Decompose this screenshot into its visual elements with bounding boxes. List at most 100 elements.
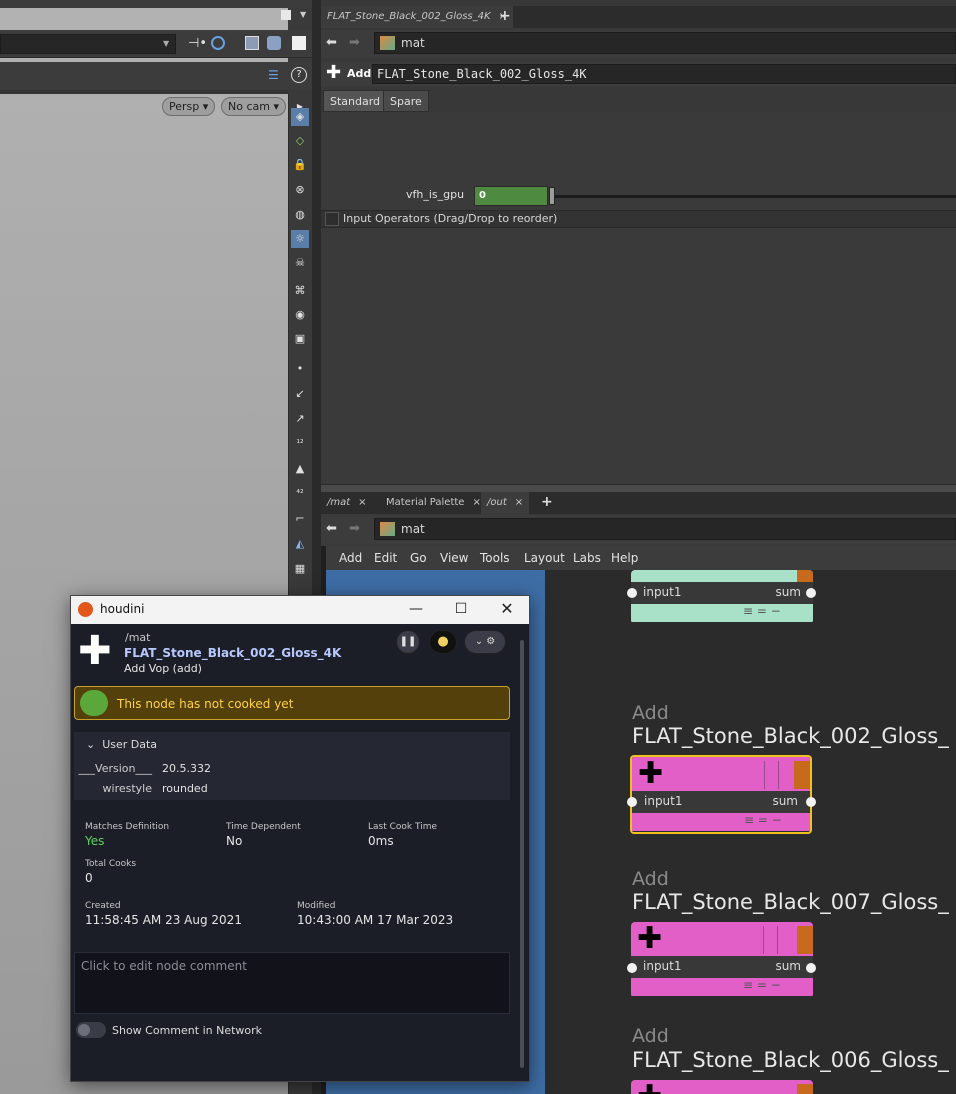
lock-icon[interactable]: 🔒 xyxy=(291,156,309,174)
gpu-slider-track[interactable] xyxy=(552,195,956,198)
node-divider xyxy=(764,761,765,789)
close-icon[interactable]: × xyxy=(472,497,480,508)
light-icon[interactable]: ☼ xyxy=(291,230,309,248)
sphere-icon[interactable]: ◍ xyxy=(291,206,309,224)
menu-go[interactable]: Go xyxy=(410,551,427,565)
tab-parameters[interactable]: FLAT_Stone_Black_002_Gloss_4K × xyxy=(321,6,513,28)
menu-labs[interactable]: Labs xyxy=(573,551,601,565)
menu-help[interactable]: Help xyxy=(611,551,638,565)
node-menu-icon[interactable]: ≡ = − xyxy=(744,813,782,827)
node-output-port[interactable] xyxy=(806,588,816,598)
back-arrow-icon[interactable]: ⬅ xyxy=(326,521,337,536)
transform-icon[interactable]: ⌘ xyxy=(291,282,309,300)
dropdown-arrow-icon[interactable]: ▼ xyxy=(300,10,306,19)
close-icon[interactable]: × xyxy=(515,497,523,508)
tab-material-palette[interactable]: Material Palette × xyxy=(380,492,487,514)
checker-icon[interactable]: ▦ xyxy=(291,560,309,578)
skull-icon[interactable]: ☠ xyxy=(291,254,309,272)
info-scrollbar[interactable] xyxy=(520,640,524,1068)
gpu-parameter-label: vfh_is_gpu xyxy=(406,188,465,201)
close-icon[interactable]: × xyxy=(358,497,366,508)
node-input-port[interactable] xyxy=(627,588,637,598)
node-flag[interactable] xyxy=(797,570,813,582)
paint-icon[interactable]: ▲ xyxy=(291,460,309,478)
node-flag[interactable] xyxy=(797,926,813,954)
geometry-icon[interactable]: ◇ xyxy=(291,132,309,150)
input-operators-toggle[interactable] xyxy=(325,212,339,226)
stamp-icon[interactable]: ◭ xyxy=(291,535,309,553)
pen-icon[interactable]: ↗ xyxy=(291,410,309,428)
node-name-label: FLAT_Stone_Black_007_Gloss_ xyxy=(632,890,949,914)
point-icon[interactable]: • xyxy=(291,360,309,378)
forward-arrow-icon[interactable]: ➡ xyxy=(349,521,360,536)
help-icon[interactable]: ? xyxy=(291,67,307,83)
network-path-field[interactable]: mat xyxy=(374,518,956,540)
viewport-top-strip xyxy=(0,0,312,8)
tab-spare[interactable]: Spare xyxy=(383,90,429,112)
node-output-port[interactable] xyxy=(806,797,816,807)
corner-icon[interactable]: ⌐ xyxy=(291,510,309,528)
cube-icon[interactable] xyxy=(245,36,259,50)
brush-icon[interactable]: ↙ xyxy=(291,385,309,403)
node-menu-icon[interactable]: ≡ = − xyxy=(743,604,781,618)
gpu-slider-handle[interactable] xyxy=(549,187,555,205)
target-icon[interactable] xyxy=(211,36,225,50)
settings-menu-button[interactable]: ⌄ ⚙ xyxy=(464,630,506,654)
camera-menu[interactable]: No cam ▾ xyxy=(221,97,286,116)
menu-view[interactable]: View xyxy=(440,551,468,565)
camera-icon[interactable]: ▣ xyxy=(291,330,309,348)
minimize-icon[interactable]: — xyxy=(404,598,428,620)
cube-select-icon[interactable] xyxy=(267,36,281,50)
node-header xyxy=(631,570,813,582)
menu-edit[interactable]: Edit xyxy=(374,551,397,565)
bulb-icon[interactable]: ● xyxy=(429,630,457,654)
menu-tools[interactable]: Tools xyxy=(480,551,510,565)
node-output-port[interactable] xyxy=(806,963,816,973)
node-input-port[interactable] xyxy=(627,963,637,973)
back-arrow-icon[interactable]: ⬅ xyxy=(326,35,337,50)
node-input-port[interactable] xyxy=(627,797,637,807)
number-icon[interactable]: ¹² xyxy=(291,435,309,453)
menu-layout[interactable]: Layout xyxy=(524,551,565,565)
network-node-mint[interactable]: input1 sum ≡ = − xyxy=(631,570,813,624)
node-port-row: input1 sum xyxy=(631,582,813,604)
node-footer: ≡ = − xyxy=(631,978,813,996)
path-text: mat xyxy=(401,36,425,50)
display-option-icon[interactable] xyxy=(281,10,291,20)
close-icon[interactable]: ✕ xyxy=(495,598,519,620)
chevron-down-icon: ⌄ xyxy=(474,636,484,647)
persp-menu[interactable]: Persp ▾ xyxy=(162,97,216,116)
tab-mat[interactable]: /mat × xyxy=(321,492,373,514)
maximize-icon[interactable]: ☐ xyxy=(449,598,473,620)
pane-splitter[interactable] xyxy=(321,484,956,492)
add-tab-icon[interactable]: + xyxy=(541,494,553,510)
pin-icon[interactable]: ⊣• xyxy=(188,36,207,51)
network-node-selected[interactable]: ✚ input1 sum ≡ = − xyxy=(630,755,812,834)
select-mode-icon[interactable]: ◈ xyxy=(291,108,309,126)
node-name-link[interactable]: FLAT_Stone_Black_002_Gloss_4K xyxy=(124,646,341,660)
node-flag[interactable] xyxy=(794,761,810,789)
toggle-knob xyxy=(78,1024,90,1036)
parameter-path-field[interactable]: mat xyxy=(374,32,956,54)
number-edge-icon[interactable]: ⁴² xyxy=(291,485,309,503)
tab-standard[interactable]: Standard xyxy=(323,90,388,112)
menu-add[interactable]: Add xyxy=(339,551,362,565)
options-icon[interactable]: ☰ xyxy=(268,68,279,82)
pause-icon[interactable]: ❚❚ xyxy=(396,630,420,654)
user-data-header[interactable]: ⌄ User Data xyxy=(86,738,157,751)
operator-name-field[interactable]: FLAT_Stone_Black_002_Gloss_4K xyxy=(372,64,956,84)
tab-out[interactable]: /out × xyxy=(481,492,530,514)
snap-icon[interactable]: ⊗ xyxy=(291,181,309,199)
node-flag[interactable] xyxy=(797,1084,813,1094)
add-tab-icon[interactable]: + xyxy=(499,8,511,24)
network-node[interactable]: ✚ input1 sum ≡ = − xyxy=(631,922,813,998)
forward-arrow-icon[interactable]: ➡ xyxy=(349,35,360,50)
network-node[interactable]: ✚ xyxy=(631,1080,813,1094)
node-menu-icon[interactable]: ≡ = − xyxy=(743,978,781,992)
gpu-value-field[interactable]: 0 xyxy=(474,186,548,206)
persp-label: Persp xyxy=(169,100,200,113)
eye-icon[interactable]: ◉ xyxy=(291,306,309,324)
viewport-path-field[interactable] xyxy=(0,34,176,54)
chevron-down-icon[interactable]: ▼ xyxy=(163,39,169,48)
frame-icon[interactable] xyxy=(292,36,306,50)
